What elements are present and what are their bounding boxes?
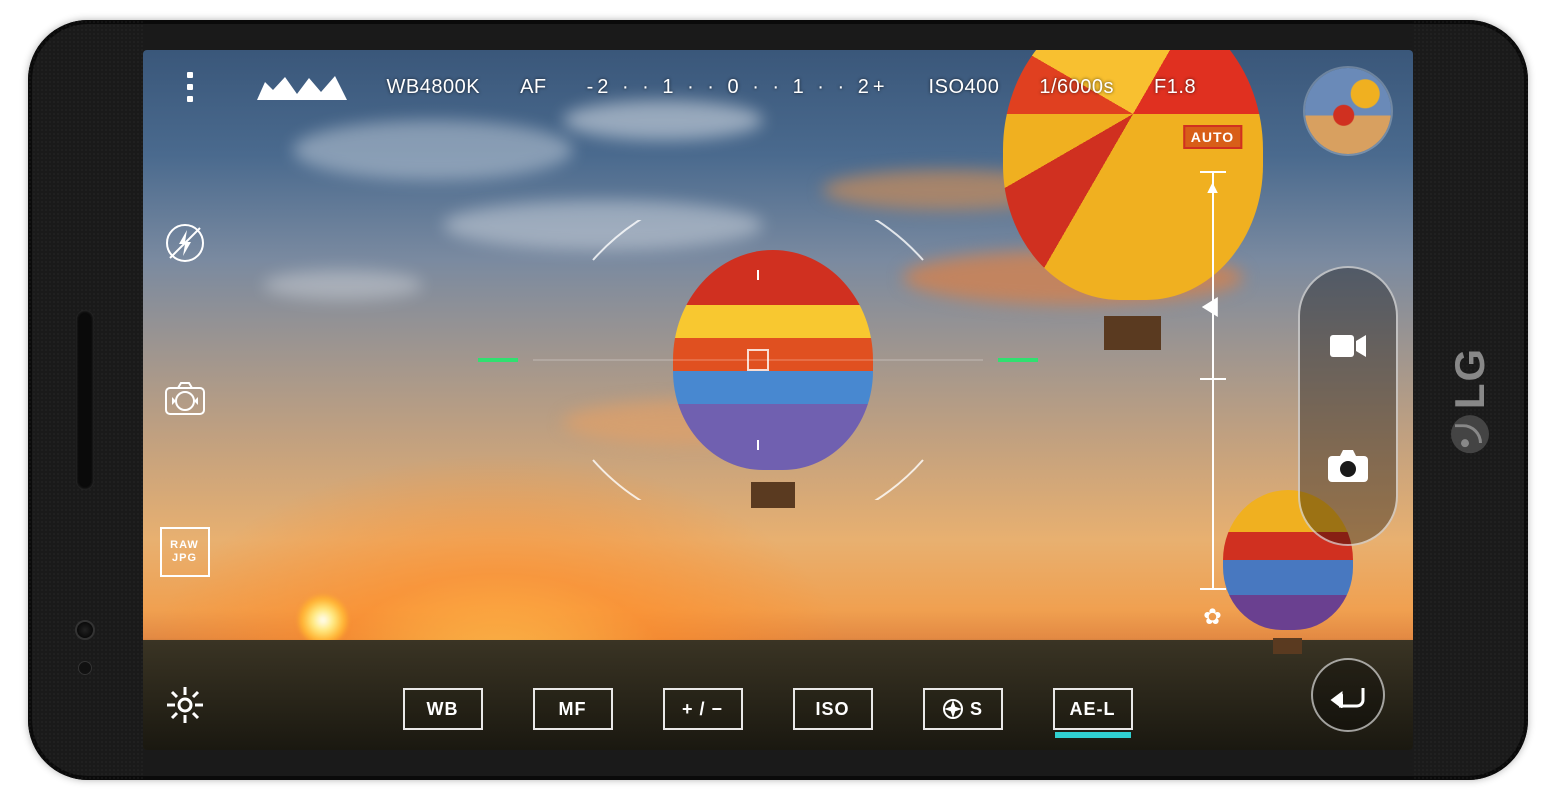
ae-lock-button[interactable]: AE-L — [1053, 688, 1133, 730]
sun-decor — [298, 595, 348, 645]
cloud-decor — [263, 270, 423, 300]
slider-tick — [1200, 171, 1226, 173]
brand-logo: LG — [1446, 347, 1494, 453]
record-video-button[interactable] — [1321, 319, 1375, 373]
back-button[interactable] — [1311, 658, 1385, 732]
histogram-icon[interactable] — [257, 74, 347, 100]
brand-text: LG — [1446, 347, 1494, 409]
capture-column — [1298, 50, 1398, 750]
cloud-decor — [443, 200, 763, 250]
shutter-speed-value[interactable]: 1/6000s — [1039, 76, 1114, 99]
capture-photo-button[interactable] — [1321, 439, 1375, 493]
iso-button[interactable]: ISO — [793, 688, 873, 730]
balloon-decor — [673, 250, 873, 510]
format-line2: JPG — [172, 552, 197, 564]
exposure-readout-bar: WB4800K AF -2 · · 1 · · 0 · · 1 · · 2+ I… — [143, 60, 1413, 114]
proximity-sensor — [78, 661, 92, 675]
left-toolbar: RAW JPG — [158, 50, 212, 750]
cloud-decor — [293, 120, 573, 180]
autofocus-value[interactable]: AF — [520, 76, 547, 99]
macro-flower-icon: ✿ — [1203, 604, 1221, 630]
file-format-toggle[interactable]: RAW JPG — [160, 527, 210, 577]
bezel-left — [28, 20, 143, 780]
gallery-thumbnail-button[interactable] — [1305, 68, 1391, 154]
shutter-s-label: S — [970, 699, 983, 720]
slider-tick — [1200, 378, 1226, 380]
phone-frame: WB4800K AF -2 · · 1 · · 0 · · 1 · · 2+ I… — [28, 20, 1528, 780]
flash-toggle-button[interactable] — [158, 216, 212, 270]
manual-controls-bar: WB MF + / − ISO S AE-L — [363, 688, 1173, 730]
white-balance-value[interactable]: WB4800K — [387, 76, 481, 99]
lg-face-icon — [1451, 415, 1489, 453]
exposure-compensation-scale[interactable]: -2 · · 1 · · 0 · · 1 · · 2+ — [587, 76, 889, 99]
aperture-value[interactable]: F1.8 — [1154, 76, 1196, 99]
slider-track — [1212, 171, 1214, 590]
auto-focus-badge[interactable]: AUTO — [1183, 125, 1242, 149]
switch-camera-button[interactable] — [158, 371, 212, 425]
format-line1: RAW — [170, 539, 199, 551]
iso-value[interactable]: ISO400 — [929, 76, 1000, 99]
focus-distance-slider[interactable]: AUTO ▲ ✿ — [1193, 125, 1233, 630]
manual-focus-button[interactable]: MF — [533, 688, 613, 730]
earpiece-speaker — [76, 310, 94, 490]
front-camera-lens — [75, 620, 95, 640]
exposure-comp-button[interactable]: + / − — [663, 688, 743, 730]
shutter-speed-button[interactable]: S — [923, 688, 1003, 730]
slider-thumb[interactable] — [1201, 297, 1217, 317]
capture-pill — [1298, 266, 1398, 546]
bezel-right: LG — [1413, 20, 1528, 780]
white-balance-button[interactable]: WB — [403, 688, 483, 730]
camera-viewfinder[interactable]: WB4800K AF -2 · · 1 · · 0 · · 1 · · 2+ I… — [143, 50, 1413, 750]
settings-button[interactable] — [158, 678, 212, 732]
slider-tick — [1200, 588, 1226, 590]
